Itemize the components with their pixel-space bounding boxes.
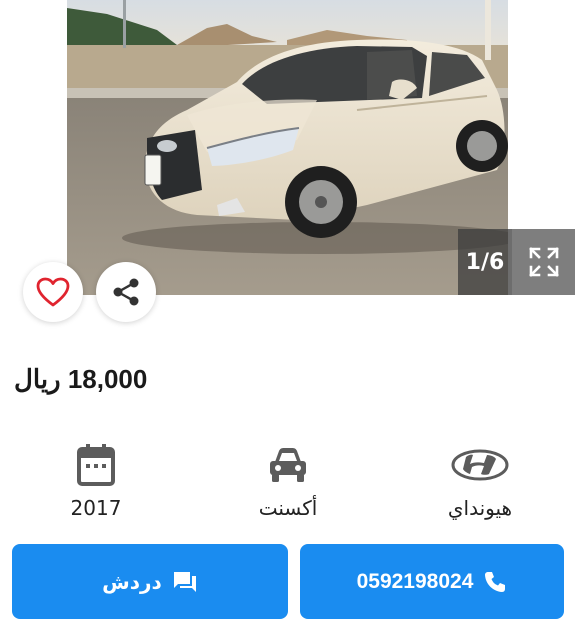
model-value: أكسنت — [258, 496, 318, 520]
share-button[interactable] — [96, 262, 156, 322]
chat-icon — [173, 571, 196, 592]
spec-model: أكسنت — [218, 440, 358, 520]
spec-year: 2017 — [26, 440, 166, 520]
phone-icon — [485, 571, 506, 592]
heart-icon — [36, 277, 70, 307]
chevron-left-icon — [42, 118, 55, 140]
car-photo[interactable] — [67, 0, 508, 295]
favorite-button[interactable] — [23, 262, 83, 322]
make-value: هيونداي — [447, 496, 513, 520]
calendar-icon — [77, 444, 115, 486]
car-icon — [270, 448, 306, 482]
chat-label: دردش — [102, 569, 162, 594]
phone-number: 0592198024 — [356, 569, 474, 593]
year-value: 2017 — [70, 496, 122, 520]
next-image-button[interactable] — [510, 112, 544, 146]
share-icon — [113, 278, 139, 306]
image-gallery[interactable]: 1/6 — [0, 0, 575, 295]
image-counter: 1/6 — [458, 229, 512, 295]
hyundai-logo-icon — [451, 449, 509, 481]
chat-button[interactable]: دردش — [12, 544, 288, 619]
previous-image-button[interactable] — [32, 112, 66, 146]
call-button[interactable]: 0592198024 — [300, 544, 564, 619]
fullscreen-icon — [528, 247, 559, 277]
spec-make: هيونداي — [410, 440, 550, 520]
listing-price: 18,000 ريال — [14, 364, 148, 394]
chevron-right-icon — [521, 118, 534, 140]
fullscreen-button[interactable] — [512, 229, 575, 295]
